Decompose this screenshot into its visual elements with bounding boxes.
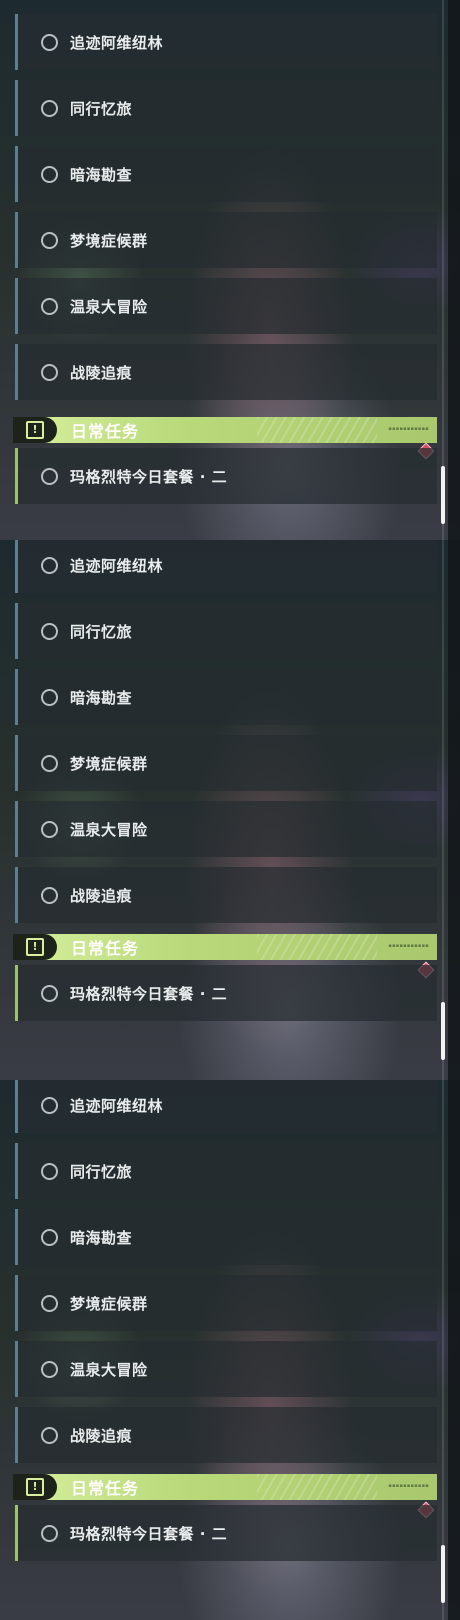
quest-status-icon: [41, 363, 58, 381]
quest-item[interactable]: 战陵追痕: [15, 344, 437, 400]
scroll-area: [448, 1080, 460, 1620]
quest-list-panel: 追迹阿维纽林 同行忆旅 暗海勘查 梦境症候群 温泉大冒险 战陵追痕 ! 日常任务…: [0, 540, 460, 1080]
quest-item[interactable]: 暗海勘查: [15, 1209, 437, 1265]
quest-label: 暗海勘查: [70, 1228, 133, 1247]
quest-label: 梦境症候群: [70, 1294, 148, 1313]
category-title: 日常任务: [71, 1479, 140, 1498]
exclamation-icon: !: [26, 1478, 44, 1496]
quest-status-icon: [41, 622, 58, 640]
scrollbar-thumb[interactable]: [441, 1002, 445, 1060]
quest-status-icon: [41, 886, 58, 904]
quest-list-panel: 追迹阿维纽林 同行忆旅 暗海勘查 梦境症候群 温泉大冒险 战陵追痕 ! 日常任务…: [0, 0, 460, 540]
quest-item[interactable]: 温泉大冒险: [15, 1341, 437, 1397]
quest-label: 温泉大冒险: [70, 297, 148, 316]
category-header-daily[interactable]: ! 日常任务 ▪▪▪▪▪▪▪▪▪▪▪: [13, 1474, 437, 1500]
quest-label: 温泉大冒险: [70, 1360, 148, 1379]
quest-item[interactable]: 追迹阿维纽林: [15, 14, 437, 70]
quest-item[interactable]: 暗海勘查: [15, 669, 437, 725]
quest-label: 追迹阿维纽林: [70, 33, 164, 52]
scrollbar-thumb[interactable]: [441, 466, 445, 524]
quest-label: 同行忆旅: [70, 1162, 133, 1181]
quest-label: 温泉大冒险: [70, 820, 148, 839]
quest-status-icon: [41, 688, 58, 706]
quest-item-daily[interactable]: 玛格烈特今日套餐 · 二: [15, 448, 437, 504]
exclamation-icon: !: [26, 938, 44, 956]
quest-item[interactable]: 梦境症候群: [15, 1275, 437, 1331]
quest-item[interactable]: 温泉大冒险: [15, 278, 437, 334]
category-badge: !: [13, 417, 57, 443]
quest-status-icon: [41, 231, 58, 249]
category-title: 日常任务: [71, 939, 140, 958]
quest-status-icon: [41, 556, 58, 574]
header-decoration-text: ▪▪▪▪▪▪▪▪▪▪▪: [388, 1483, 429, 1489]
quest-status-icon: [41, 1096, 58, 1114]
quest-status-icon: [41, 1162, 58, 1180]
header-decoration: [257, 1474, 377, 1500]
quest-item[interactable]: 同行忆旅: [15, 80, 437, 136]
quest-label: 追迹阿维纽林: [70, 1096, 164, 1115]
scrollbar-track[interactable]: [442, 1080, 444, 1620]
quest-label: 玛格烈特今日套餐 · 二: [70, 984, 228, 1003]
header-decoration: [257, 417, 377, 443]
quest-item[interactable]: 温泉大冒险: [15, 801, 437, 857]
quest-item-daily[interactable]: 玛格烈特今日套餐 · 二: [15, 965, 437, 1021]
exclamation-icon: !: [26, 421, 44, 439]
quest-label: 同行忆旅: [70, 99, 133, 118]
category-header-daily[interactable]: ! 日常任务 ▪▪▪▪▪▪▪▪▪▪▪: [13, 417, 437, 443]
quest-label: 同行忆旅: [70, 622, 133, 641]
quest-list-panel: 追迹阿维纽林 同行忆旅 暗海勘查 梦境症候群 温泉大冒险 战陵追痕 ! 日常任务…: [0, 1080, 460, 1620]
quest-status-icon: [41, 820, 58, 838]
quest-item[interactable]: 暗海勘查: [15, 146, 437, 202]
quest-status-icon: [41, 1360, 58, 1378]
quest-label: 战陵追痕: [70, 363, 133, 382]
quest-status-icon: [41, 984, 58, 1002]
scrollbar-track[interactable]: [442, 0, 444, 540]
quest-label: 战陵追痕: [70, 1426, 133, 1445]
category-title: 日常任务: [71, 422, 140, 441]
quest-item[interactable]: 战陵追痕: [15, 1407, 437, 1463]
quest-label: 暗海勘查: [70, 165, 133, 184]
quest-status-icon: [41, 165, 58, 183]
scrollbar-thumb[interactable]: [441, 1545, 445, 1603]
category-badge: !: [13, 1474, 57, 1500]
quest-label: 玛格烈特今日套餐 · 二: [70, 1524, 228, 1543]
quest-label: 梦境症候群: [70, 754, 148, 773]
quest-item[interactable]: 梦境症候群: [15, 212, 437, 268]
scrollbar-track[interactable]: [442, 540, 444, 1080]
header-decoration-text: ▪▪▪▪▪▪▪▪▪▪▪: [388, 943, 429, 949]
quest-item[interactable]: 追迹阿维纽林: [15, 540, 437, 593]
quest-status-icon: [41, 1524, 58, 1542]
quest-item[interactable]: 战陵追痕: [15, 867, 437, 923]
quest-label: 追迹阿维纽林: [70, 556, 164, 575]
scroll-area: [448, 540, 460, 1080]
category-header-daily[interactable]: ! 日常任务 ▪▪▪▪▪▪▪▪▪▪▪: [13, 934, 437, 960]
quest-item-daily[interactable]: 玛格烈特今日套餐 · 二: [15, 1505, 437, 1561]
quest-status-icon: [41, 297, 58, 315]
scroll-area: [448, 0, 460, 540]
quest-label: 暗海勘查: [70, 688, 133, 707]
quest-label: 战陵追痕: [70, 886, 133, 905]
header-decoration-text: ▪▪▪▪▪▪▪▪▪▪▪: [388, 426, 429, 432]
quest-item[interactable]: 同行忆旅: [15, 1143, 437, 1199]
quest-status-icon: [41, 754, 58, 772]
quest-status-icon: [41, 1294, 58, 1312]
quest-label: 玛格烈特今日套餐 · 二: [70, 467, 228, 486]
quest-status-icon: [41, 99, 58, 117]
quest-item[interactable]: 梦境症候群: [15, 735, 437, 791]
quest-item[interactable]: 同行忆旅: [15, 603, 437, 659]
quest-status-icon: [41, 1228, 58, 1246]
quest-status-icon: [41, 1426, 58, 1444]
quest-item[interactable]: 追迹阿维纽林: [15, 1080, 437, 1133]
category-badge: !: [13, 934, 57, 960]
quest-status-icon: [41, 467, 58, 485]
quest-label: 梦境症候群: [70, 231, 148, 250]
quest-status-icon: [41, 33, 58, 51]
header-decoration: [257, 934, 377, 960]
